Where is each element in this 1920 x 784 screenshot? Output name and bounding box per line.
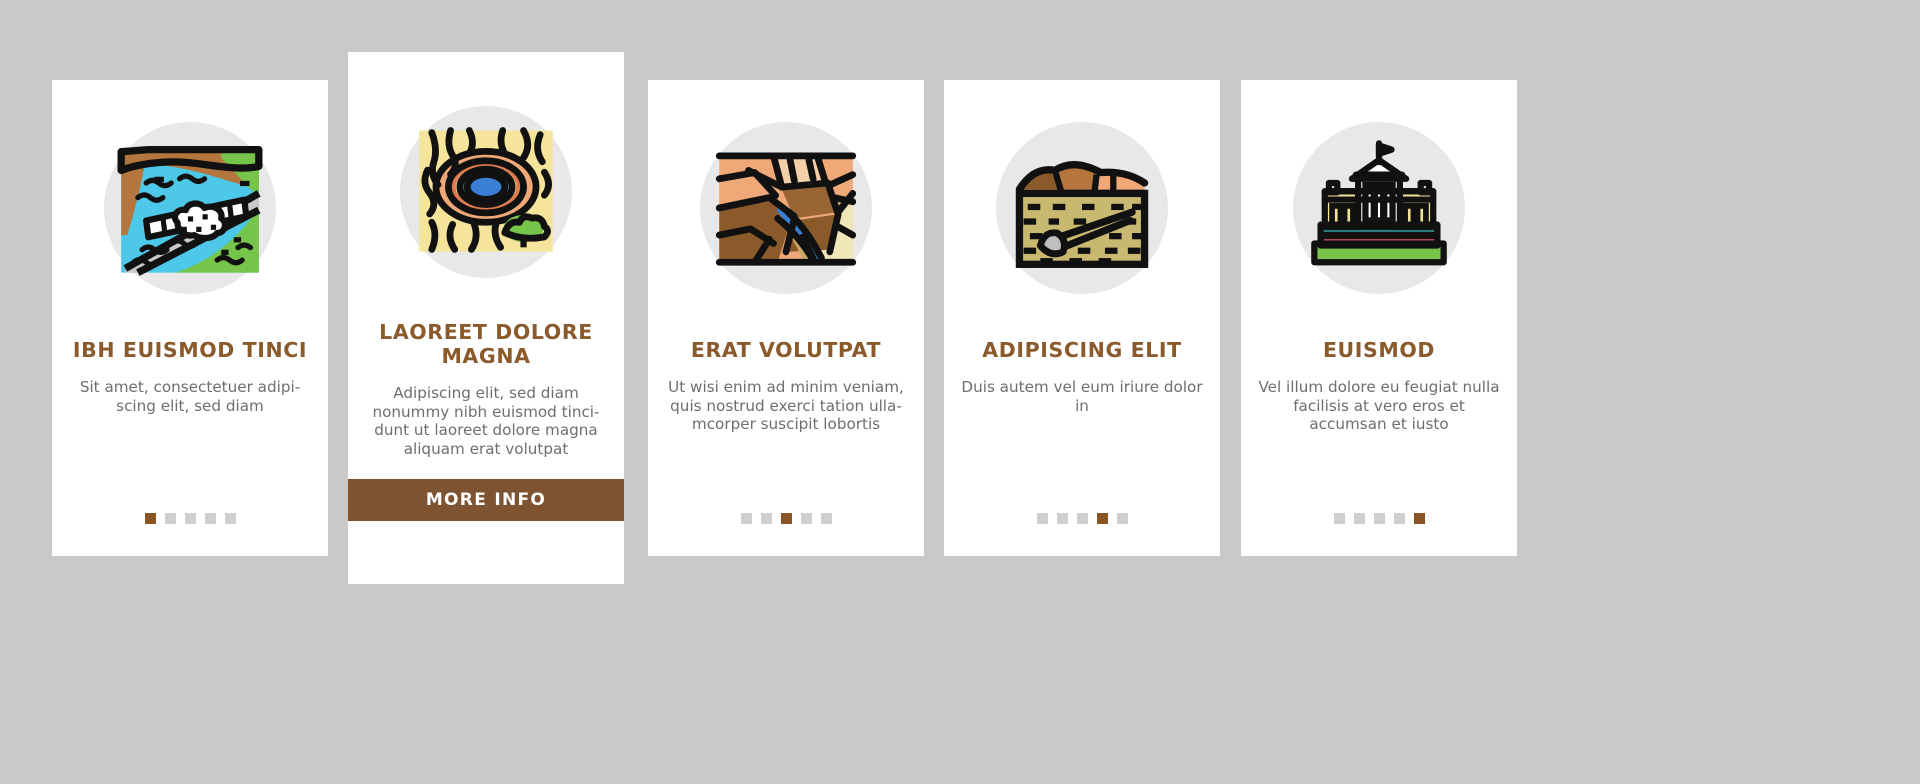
card-5-text: EUISMOD Vel illum dolore eu feugiat null… [1241,332,1517,434]
pagination-dot[interactable] [1393,513,1405,524]
pagination-dot[interactable] [820,513,832,524]
card-body: Sit amet, consectetuer adipi-scing elit,… [79,378,301,415]
onboarding-card-2[interactable]: LAOREET DOLORE MAGNA Adipiscing elit, se… [348,52,624,584]
onboarding-card-1[interactable]: IBH EUISMOD TINCI Sit amet, consectetuer… [52,80,328,556]
pagination-dot[interactable] [1036,513,1048,524]
card-body: Duis autem vel eum iriure dolor in [961,378,1203,415]
more-info-button[interactable]: MORE INFO [348,479,624,521]
card-5-illustration [1241,80,1517,332]
card-1-text: IBH EUISMOD TINCI Sit amet, consectetuer… [52,332,328,415]
pagination-dot[interactable] [760,513,772,524]
pagination-dot[interactable] [224,513,236,524]
government-building-icon [1311,140,1447,266]
soil-cross-section-rock-icon [1015,161,1149,268]
pagination-dot[interactable] [1116,513,1128,524]
card-title: IBH EUISMOD TINCI [72,338,308,362]
topographic-lake-map-icon [419,127,553,253]
pagination-dot[interactable] [1333,513,1345,524]
card-2-text: LAOREET DOLORE MAGNA Adipiscing elit, se… [348,314,624,459]
pagination-dot[interactable] [1056,513,1068,524]
card-body: Adipiscing elit, sed diam nonummy nibh e… [372,384,600,459]
canyon-ravine-river-icon [715,152,857,266]
card-3-text: ERAT VOLUTPAT Ut wisi enim ad minim veni… [648,332,924,434]
card-body: Ut wisi enim ad minim veniam, quis nostr… [668,378,904,434]
card-3-pagination[interactable] [648,513,924,524]
pagination-dot[interactable] [184,513,196,524]
card-1-pagination[interactable] [52,513,328,524]
pagination-dot[interactable] [780,513,792,524]
card-title: EUISMOD [1322,338,1436,362]
card-2-illustration [348,52,624,314]
card-4-pagination[interactable] [944,513,1220,524]
card-body: Vel illum dolore eu feugiat nulla facili… [1258,378,1500,434]
card-title: ERAT VOLUTPAT [690,338,882,362]
pagination-dot[interactable] [144,513,156,524]
card-4-text: ADIPISCING ELIT Duis autem vel eum iriur… [944,332,1220,415]
pagination-dot[interactable] [204,513,216,524]
card-5-pagination[interactable] [1241,513,1517,524]
card-1-illustration [52,80,328,332]
card-3-illustration [648,80,924,332]
card-title: LAOREET DOLORE MAGNA [379,320,593,369]
river-bridge-landscape-icon [117,145,263,276]
pagination-dot[interactable] [1373,513,1385,524]
onboarding-card-4[interactable]: ADIPISCING ELIT Duis autem vel eum iriur… [944,80,1220,556]
onboarding-card-3[interactable]: ERAT VOLUTPAT Ut wisi enim ad minim veni… [648,80,924,556]
pagination-dot[interactable] [1353,513,1365,524]
pagination-dot[interactable] [800,513,812,524]
pagination-dot[interactable] [740,513,752,524]
pagination-dot[interactable] [1096,513,1108,524]
card-4-illustration [944,80,1220,332]
pagination-dot[interactable] [1413,513,1425,524]
onboarding-card-5[interactable]: EUISMOD Vel illum dolore eu feugiat null… [1241,80,1517,556]
pagination-dot[interactable] [1076,513,1088,524]
onboarding-screens-stage: IBH EUISMOD TINCI Sit amet, consectetuer… [0,0,1920,784]
card-title: ADIPISCING ELIT [982,338,1182,362]
pagination-dot[interactable] [164,513,176,524]
